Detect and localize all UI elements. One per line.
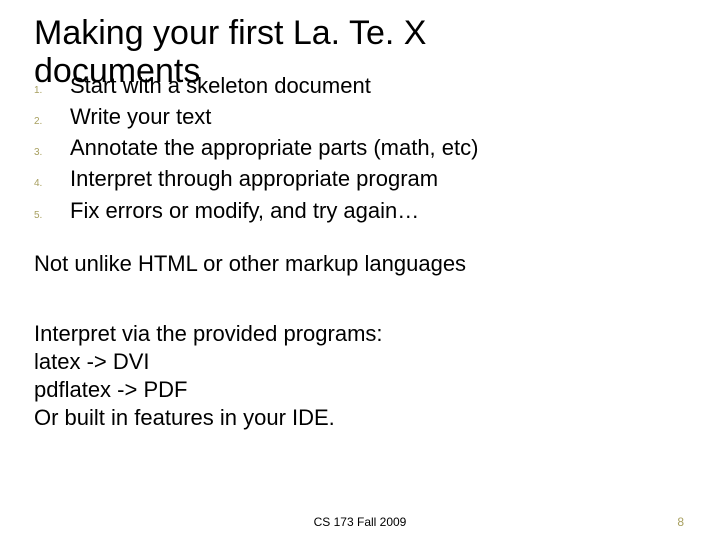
list-item: 3. Annotate the appropriate parts (math,… xyxy=(34,134,690,162)
numbered-list: 1. Start with a skeleton document 2. Wri… xyxy=(34,72,690,228)
list-number: 2. xyxy=(34,106,70,127)
list-item: 4. Interpret through appropriate program xyxy=(34,165,690,193)
title-line-2: documents xyxy=(34,52,200,90)
list-text: Annotate the appropriate parts (math, et… xyxy=(70,134,478,162)
para2-line: Interpret via the provided programs: xyxy=(34,320,690,348)
slide-title: Making your first La. Te. X documents xyxy=(34,14,426,90)
list-text: Write your text xyxy=(70,103,211,131)
title-line-1: Making your first La. Te. X xyxy=(34,14,426,52)
list-number: 4. xyxy=(34,168,70,189)
para2-line: latex -> DVI xyxy=(34,348,690,376)
list-number: 5. xyxy=(34,200,70,221)
list-text: Interpret through appropriate program xyxy=(70,165,438,193)
para1-text: Not unlike HTML or other markup language… xyxy=(34,250,690,278)
paragraph-2: Interpret via the provided programs: lat… xyxy=(34,320,690,433)
para2-line: pdflatex -> PDF xyxy=(34,376,690,404)
list-item: 2. Write your text xyxy=(34,103,690,131)
paragraph-1: Not unlike HTML or other markup language… xyxy=(34,250,690,278)
list-number: 3. xyxy=(34,137,70,158)
para2-line: Or built in features in your IDE. xyxy=(34,404,690,432)
footer-page-number: 8 xyxy=(677,515,684,529)
list-text: Fix errors or modify, and try again… xyxy=(70,197,419,225)
list-item: 5. Fix errors or modify, and try again… xyxy=(34,197,690,225)
footer-course: CS 173 Fall 2009 xyxy=(314,515,407,529)
